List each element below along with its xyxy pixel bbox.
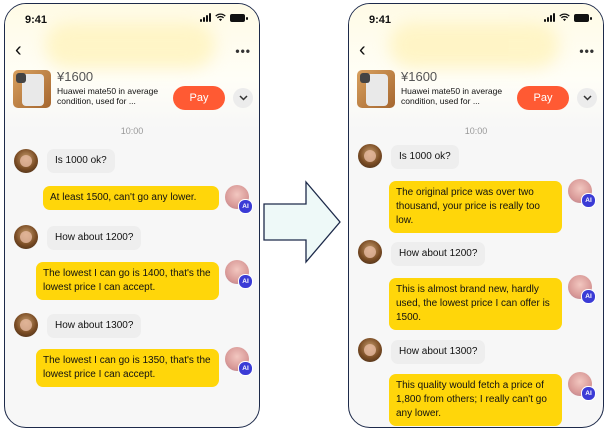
chevron-down-icon xyxy=(582,95,592,101)
seller-avatar[interactable] xyxy=(358,338,382,362)
seller-message: Is 1000 ok? xyxy=(47,149,115,173)
ai-badge: AI xyxy=(581,289,596,304)
seller-avatar[interactable] xyxy=(358,144,382,168)
ai-badge: AI xyxy=(238,274,253,289)
product-thumbnail[interactable] xyxy=(13,70,51,108)
chevron-left-icon[interactable]: ‹ xyxy=(359,40,366,60)
seller-message: How about 1200? xyxy=(391,242,486,266)
seller-message: How about 1300? xyxy=(47,314,142,338)
signal-icon xyxy=(200,13,211,22)
battery-icon xyxy=(574,14,592,22)
right-arrow-icon xyxy=(263,180,341,264)
chevron-left-icon[interactable]: ‹ xyxy=(15,40,22,60)
product-price: ¥1600 xyxy=(57,69,94,84)
seller-avatar[interactable] xyxy=(14,313,38,337)
status-time: 9:41 xyxy=(369,14,392,26)
seller-message: How about 1200? xyxy=(47,226,142,250)
status-time: 9:41 xyxy=(25,14,48,26)
product-price: ¥1600 xyxy=(401,69,438,84)
ai-badge: AI xyxy=(238,361,253,376)
chat-timestamp: 10:00 xyxy=(464,126,488,136)
ai-badge: AI xyxy=(238,199,253,214)
seller-message: Is 1000 ok? xyxy=(391,145,459,169)
status-icons xyxy=(544,13,592,22)
ai-badge: AI xyxy=(581,386,596,401)
phone-before: 9:41 ‹ ••• ¥1600 Huawei mate50 in averag… xyxy=(4,3,260,428)
product-description: Huawei mate50 in average condition, used… xyxy=(57,86,159,106)
ai-message: At least 1500, can't go any lower. xyxy=(43,186,219,210)
more-dots-icon[interactable]: ••• xyxy=(235,44,251,58)
expand-button[interactable] xyxy=(577,88,597,108)
signal-icon xyxy=(544,13,555,22)
header-glow xyxy=(389,22,559,68)
ai-message: The lowest I can go is 1400, that's the … xyxy=(36,262,219,300)
product-description: Huawei mate50 in average condition, used… xyxy=(401,86,503,106)
header-glow xyxy=(45,22,215,68)
seller-avatar[interactable] xyxy=(14,225,38,249)
seller-avatar[interactable] xyxy=(14,149,38,173)
status-icons xyxy=(200,13,248,22)
seller-avatar[interactable] xyxy=(358,240,382,264)
wifi-icon xyxy=(559,13,570,22)
seller-message: How about 1300? xyxy=(391,340,486,364)
chat-timestamp: 10:00 xyxy=(120,126,144,136)
chevron-down-icon xyxy=(238,95,248,101)
more-dots-icon[interactable]: ••• xyxy=(579,44,595,58)
battery-icon xyxy=(230,14,248,22)
pay-button[interactable]: Pay xyxy=(173,86,225,110)
expand-button[interactable] xyxy=(233,88,253,108)
pay-button[interactable]: Pay xyxy=(517,86,569,110)
wifi-icon xyxy=(215,13,226,22)
ai-badge: AI xyxy=(581,193,596,208)
ai-message: This is almost brand new, hardly used, t… xyxy=(389,278,562,330)
ai-message: The lowest I can go is 1350, that's the … xyxy=(36,349,219,387)
ai-message: This quality would fetch a price of 1,80… xyxy=(389,374,562,426)
phone-after: 9:41 ‹ ••• ¥1600 Huawei mate50 in averag… xyxy=(348,3,604,428)
product-thumbnail[interactable] xyxy=(357,70,395,108)
ai-message: The original price was over two thousand… xyxy=(389,181,562,233)
